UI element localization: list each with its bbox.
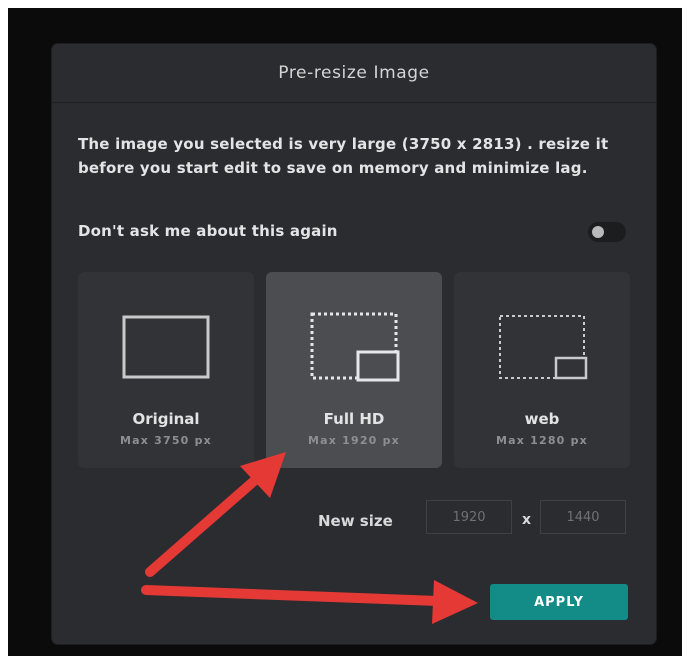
web-size-icon [499,315,588,380]
option-original[interactable]: Original Max 3750 px [78,272,254,468]
option-label: Full HD [323,410,385,428]
toggle-knob [592,226,604,238]
option-label: web [524,410,560,428]
size-separator: x [522,512,532,528]
option-max: Max 3750 px [120,434,212,447]
full-hd-size-icon [310,312,400,382]
original-size-icon [122,315,210,379]
option-full-hd[interactable]: Full HD Max 1920 px [266,272,442,468]
size-options: Original Max 3750 px Full HD Max 1920 px… [78,272,630,472]
dialog-message: The image you selected is very large (37… [78,135,609,177]
option-web[interactable]: web Max 1280 px [454,272,630,468]
dont-ask-toggle[interactable] [588,222,626,242]
new-width-input[interactable] [426,500,512,534]
option-max: Max 1920 px [308,434,400,447]
dialog-title: Pre-resize Image [52,44,656,103]
apply-button[interactable]: APPLY [490,584,628,620]
pre-resize-dialog: Pre-resize Image The image you selected … [52,44,656,644]
option-label: Original [132,410,200,428]
new-size-label: New size [318,512,393,530]
option-max: Max 1280 px [496,434,588,447]
dont-ask-label: Don't ask me about this again [78,222,338,240]
new-height-input[interactable] [540,500,626,534]
